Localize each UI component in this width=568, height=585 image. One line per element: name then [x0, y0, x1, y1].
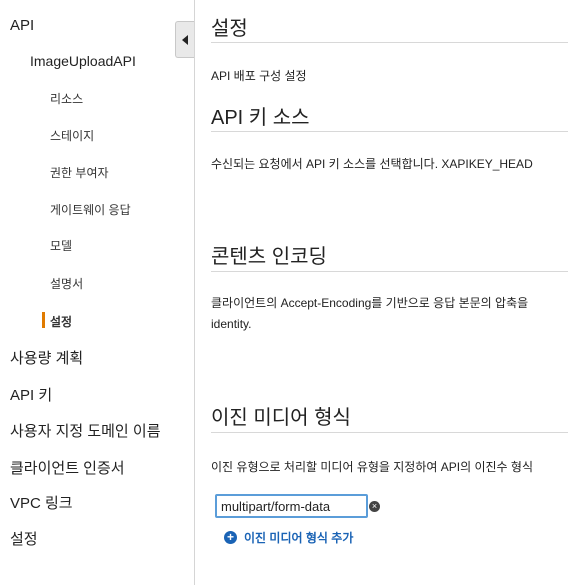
sidebar-item-client-certificates[interactable]: 클라이언트 인증서: [10, 457, 125, 478]
section-rule: [211, 271, 568, 272]
sidebar-item-api[interactable]: API: [10, 17, 34, 34]
sidebar-item-authorizers[interactable]: 권한 부여자: [50, 164, 109, 181]
section-rule: [211, 432, 568, 433]
add-binary-media-type-label: 이진 미디어 형식 추가: [244, 531, 354, 545]
sidebar-item-resources[interactable]: 리소스: [50, 90, 83, 107]
binary-media-types-title: 이진 미디어 형식: [211, 407, 351, 429]
sidebar-item-settings[interactable]: 설정: [10, 528, 38, 549]
binary-media-types-description: 이진 유형으로 처리할 미디어 유형을 지정하여 API의 이진수 형식: [211, 460, 534, 474]
page-title: 설정: [211, 18, 248, 40]
page-title-rule: [211, 42, 568, 43]
main-content: 설정 API 배포 구성 설정 API 키 소스 수신되는 요청에서 API 키…: [195, 0, 568, 585]
clear-icon[interactable]: ×: [369, 501, 380, 512]
content-encoding-description-2: identity.: [211, 317, 252, 331]
sidebar-item-documentation[interactable]: 설명서: [50, 275, 83, 292]
content-encoding-title: 콘텐츠 인코딩: [211, 246, 327, 268]
plus-circle-icon: +: [224, 531, 237, 544]
active-indicator: [42, 312, 45, 328]
content-encoding-description: 클라이언트의 Accept-Encoding를 기반으로 응답 본문의 압축을: [211, 296, 529, 310]
sidebar-item-custom-domains[interactable]: 사용자 지정 도메인 이름: [10, 420, 161, 441]
sidebar-item-gateway-responses[interactable]: 게이트웨이 응답: [50, 201, 131, 218]
sidebar-item-vpc-links[interactable]: VPC 링크: [10, 492, 73, 513]
api-key-source-description: 수신되는 요청에서 API 키 소스를 선택합니다. XAPIKEY_HEAD: [211, 157, 533, 171]
sidebar-item-api-name[interactable]: ImageUploadAPI: [30, 53, 136, 69]
binary-media-type-input[interactable]: [215, 494, 368, 518]
sidebar-item-usage-plans[interactable]: 사용량 계획: [10, 347, 83, 368]
page-subtitle: API 배포 구성 설정: [211, 69, 307, 83]
add-binary-media-type-button[interactable]: + 이진 미디어 형식 추가: [224, 529, 353, 546]
sidebar-item-settings-active[interactable]: 설정: [50, 313, 72, 330]
api-key-source-title: API 키 소스: [211, 107, 310, 129]
sidebar-item-stages[interactable]: 스테이지: [50, 127, 94, 144]
sidebar: API ImageUploadAPI 리소스 스테이지 권한 부여자 게이트웨이…: [0, 0, 194, 585]
sidebar-collapse-button[interactable]: [175, 21, 194, 58]
chevron-left-icon: [182, 34, 188, 45]
sidebar-item-models[interactable]: 모델: [50, 237, 72, 254]
sidebar-item-api-keys[interactable]: API 키: [10, 384, 52, 405]
section-rule: [211, 131, 568, 132]
